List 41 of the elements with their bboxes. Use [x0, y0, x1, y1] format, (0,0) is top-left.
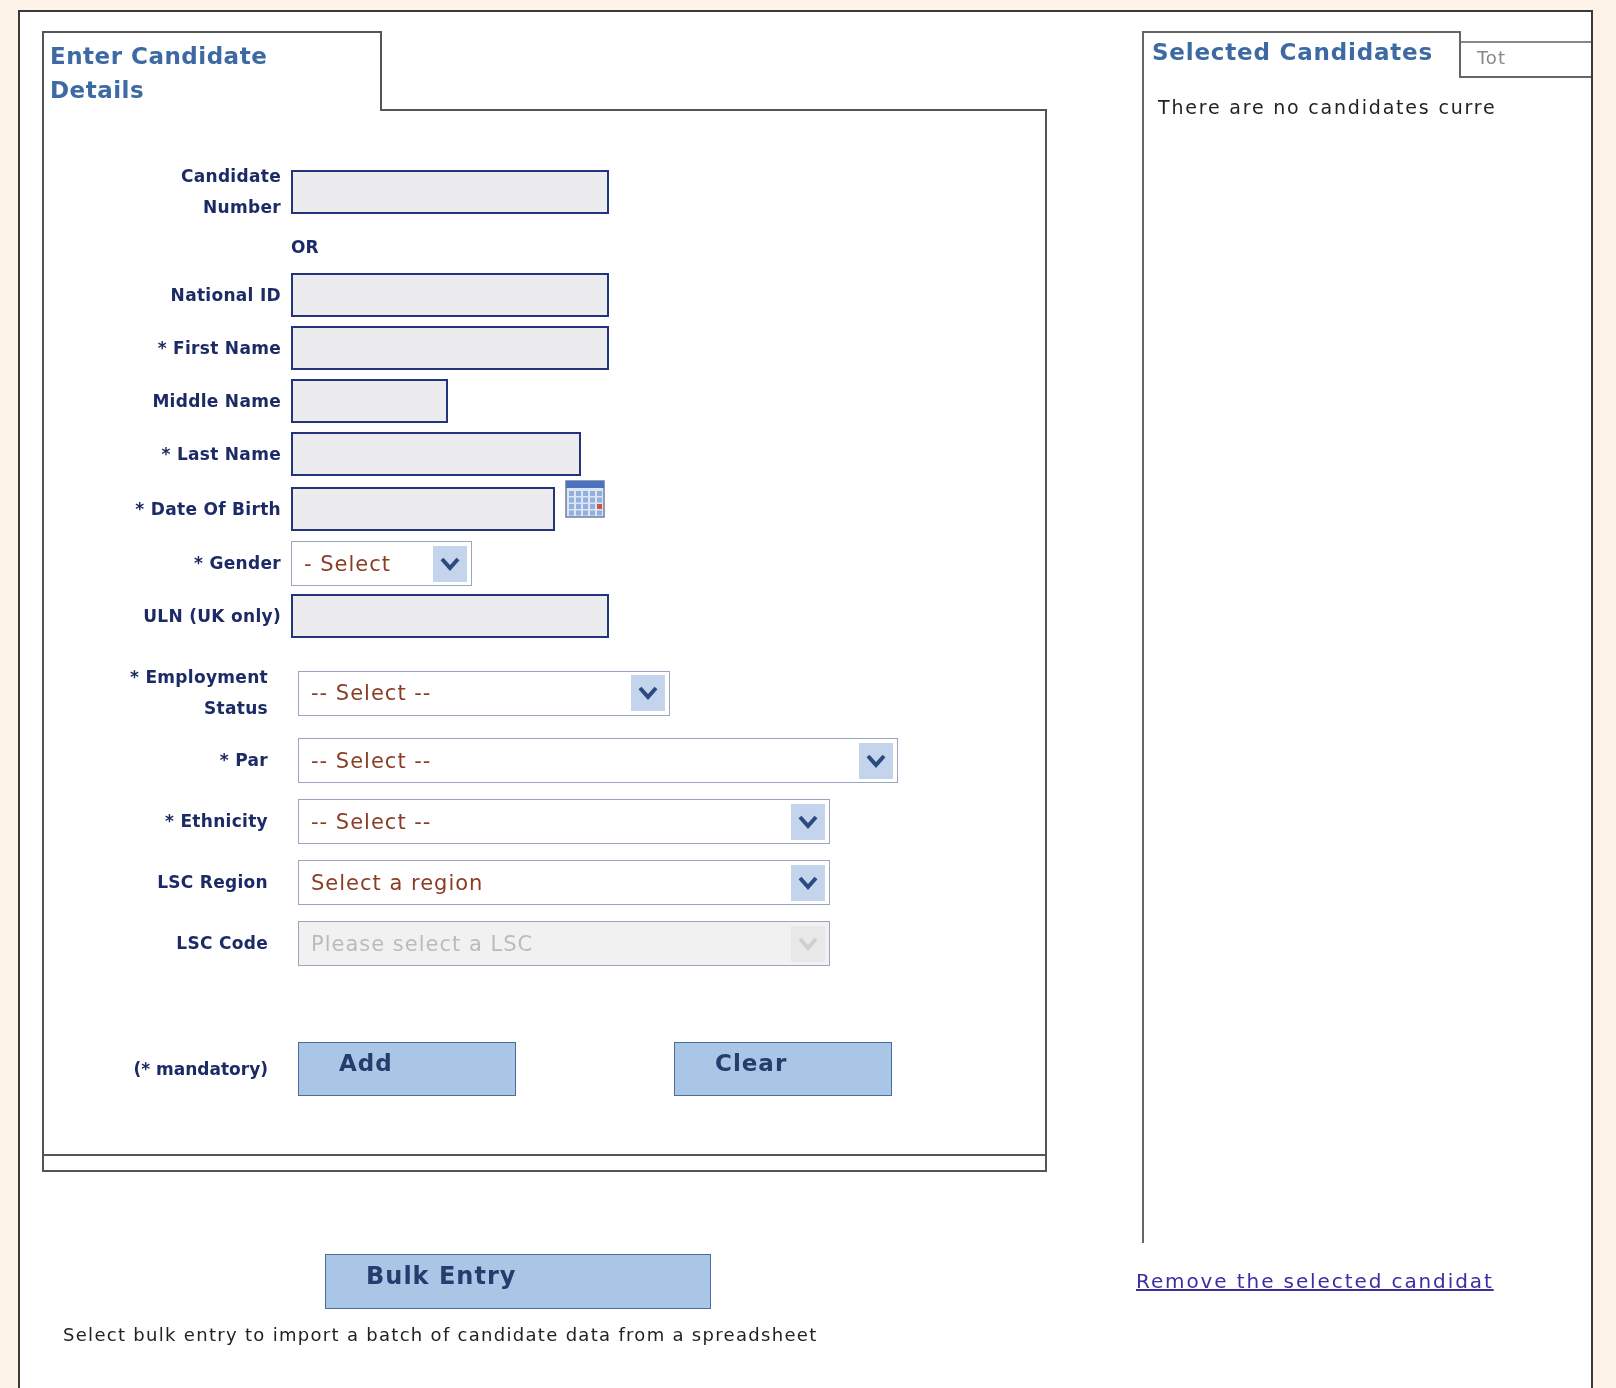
text-field[interactable]: [291, 273, 609, 317]
panel-tab[interactable]: Tot: [1460, 41, 1591, 78]
text-field[interactable]: [291, 594, 609, 638]
caret-icon[interactable]: [791, 803, 825, 840]
caret-icon[interactable]: [791, 864, 825, 901]
bulk-entry-description: Select bulk entry to import a batch of candidate data from a spreadsheet: [63, 1324, 819, 1345]
field-label: * Employment Status: [129, 666, 268, 720]
caret-icon[interactable]: [859, 742, 893, 779]
calendar-icon[interactable]: [565, 479, 605, 519]
field-label: Candidate Number: [179, 165, 281, 219]
text-field[interactable]: [291, 379, 448, 423]
add-button[interactable]: Add: [298, 1042, 516, 1096]
text-field[interactable]: [291, 170, 609, 214]
field-label: ULN (UK only): [143, 604, 281, 628]
text-field[interactable]: [291, 432, 581, 476]
field-label: National ID: [170, 283, 281, 307]
dropdown[interactable]: -- Select --: [298, 799, 830, 844]
text-field[interactable]: [291, 326, 609, 370]
mandatory-note: (* mandatory): [132, 1059, 268, 1079]
field-label: * Par: [219, 749, 268, 772]
field-label: * Ethnicity: [165, 810, 268, 833]
remove-candidates-link[interactable]: Remove the selected candidat: [1136, 1269, 1591, 1293]
date-field[interactable]: [291, 487, 555, 531]
dropdown[interactable]: -- Select --: [298, 670, 670, 716]
field-label: * Gender: [194, 552, 281, 575]
clear-button[interactable]: Clear: [674, 1042, 892, 1096]
field-label: LSC Code: [176, 932, 268, 955]
field-label: Middle Name: [152, 389, 281, 413]
bulk-entry-button[interactable]: Bulk Entry: [325, 1254, 711, 1309]
dropdown[interactable]: -- Select --: [298, 738, 898, 783]
panel-tab[interactable]: Selected Candidates: [1144, 31, 1461, 78]
caret-icon[interactable]: [631, 675, 665, 711]
or-label: OR: [291, 237, 319, 257]
dropdown[interactable]: - Select: [291, 541, 472, 586]
field-label: LSC Region: [157, 871, 268, 894]
caret-icon[interactable]: [433, 545, 467, 582]
dropdown[interactable]: Select a region: [298, 860, 830, 905]
field-label: * Date Of Birth: [135, 497, 281, 521]
field-label: * First Name: [157, 336, 281, 360]
empty-message: There are no candidates curre: [1158, 96, 1498, 118]
field-label: * Last Name: [161, 442, 281, 466]
